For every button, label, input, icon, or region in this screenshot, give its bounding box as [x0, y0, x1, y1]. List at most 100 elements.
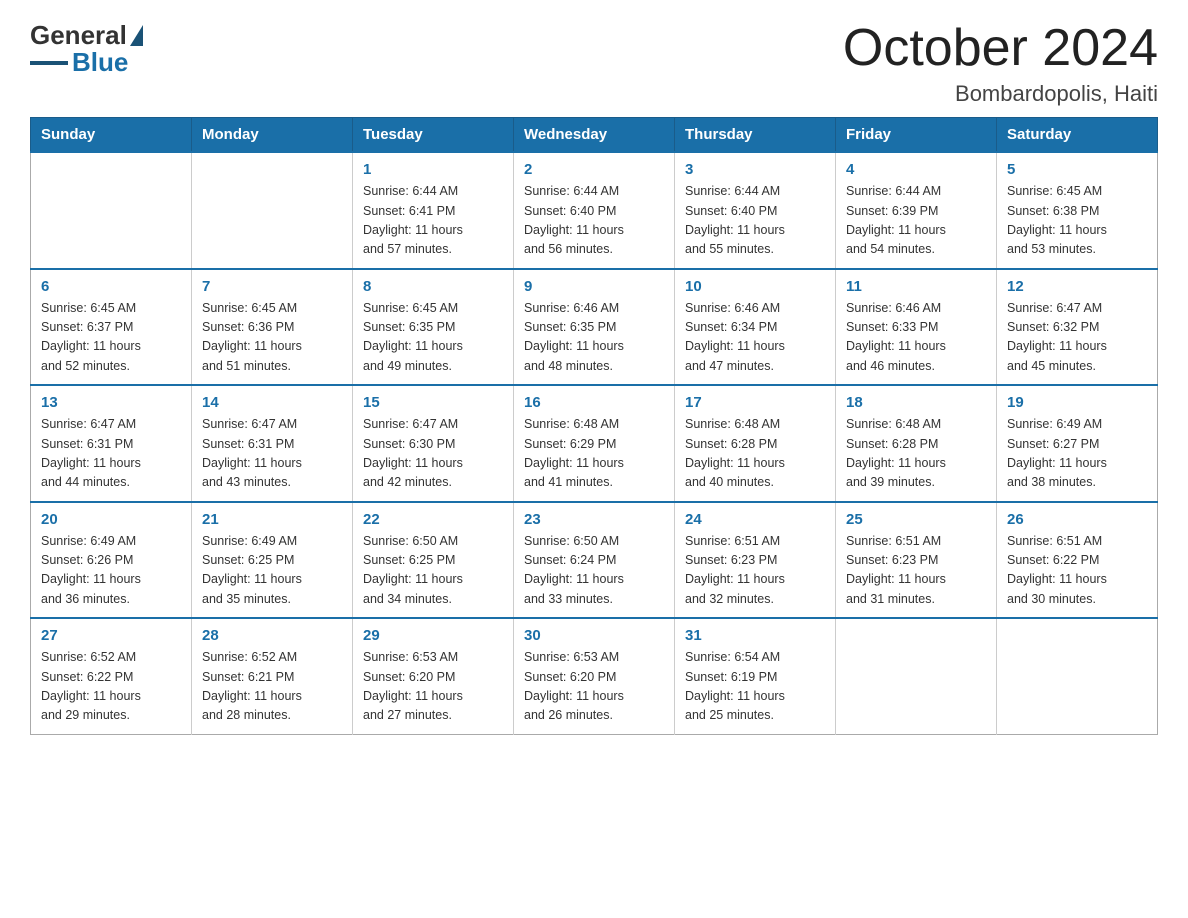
day-number: 22	[363, 511, 503, 528]
calendar-cell: 5Sunrise: 6:45 AM Sunset: 6:38 PM Daylig…	[997, 152, 1158, 269]
day-number: 24	[685, 511, 825, 528]
day-number: 1	[363, 161, 503, 178]
calendar-cell: 24 Sunrise: 6:51 AM Sunset: 6:23 PM Dayli…	[675, 502, 836, 619]
day-of-week-header: Saturday	[997, 118, 1158, 153]
day-info: Sunrise: 6:53 AM Sunset: 6:20 PM Dayligh…	[524, 648, 664, 726]
day-of-week-header: Wednesday	[514, 118, 675, 153]
day-info: Sunrise: 6:46 AM Sunset: 6:34 PM Dayligh…	[685, 299, 825, 377]
day-of-week-header: Tuesday	[353, 118, 514, 153]
calendar-table: SundayMondayTuesdayWednesdayThursdayFrid…	[30, 117, 1158, 735]
logo-line-icon	[30, 61, 68, 65]
day-info: Sunrise: 6:44 AM Sunset: 6:40 PM Dayligh…	[524, 182, 664, 260]
day-number: 31	[685, 627, 825, 644]
day-number: 25	[846, 511, 986, 528]
day-number: 21	[202, 511, 342, 528]
day-number: 16	[524, 394, 664, 411]
calendar-week-row: 13 Sunrise: 6:47 AM Sunset: 6:31 PM Dayli…	[31, 385, 1158, 502]
calendar-cell	[836, 618, 997, 734]
calendar-cell: 26Sunrise: 6:51 AM Sunset: 6:22 PM Dayli…	[997, 502, 1158, 619]
day-number: 15	[363, 394, 503, 411]
day-info: Sunrise: 6:46 AM Sunset: 6:33 PM Dayligh…	[846, 299, 986, 377]
day-info: Sunrise: 6:44 AM Sunset: 6:41 PM Dayligh…	[363, 182, 503, 260]
day-info: Sunrise: 6:45 AM Sunset: 6:37 PM Dayligh…	[41, 299, 181, 377]
day-info: Sunrise: 6:50 AM Sunset: 6:24 PM Dayligh…	[524, 532, 664, 610]
day-number: 17	[685, 394, 825, 411]
day-number: 5	[1007, 161, 1147, 178]
day-info: Sunrise: 6:51 AM Sunset: 6:23 PM Dayligh…	[846, 532, 986, 610]
calendar-cell: 2Sunrise: 6:44 AM Sunset: 6:40 PM Daylig…	[514, 152, 675, 269]
calendar-title: October 2024 Bombardopolis, Haiti	[843, 20, 1158, 107]
day-info: Sunrise: 6:54 AM Sunset: 6:19 PM Dayligh…	[685, 648, 825, 726]
calendar-cell: 9 Sunrise: 6:46 AM Sunset: 6:35 PM Daylig…	[514, 269, 675, 386]
day-info: Sunrise: 6:49 AM Sunset: 6:25 PM Dayligh…	[202, 532, 342, 610]
day-info: Sunrise: 6:49 AM Sunset: 6:26 PM Dayligh…	[41, 532, 181, 610]
day-number: 6	[41, 278, 181, 295]
calendar-cell: 1 Sunrise: 6:44 AM Sunset: 6:41 PM Daylig…	[353, 152, 514, 269]
calendar-week-row: 1 Sunrise: 6:44 AM Sunset: 6:41 PM Daylig…	[31, 152, 1158, 269]
calendar-week-row: 27Sunrise: 6:52 AM Sunset: 6:22 PM Dayli…	[31, 618, 1158, 734]
calendar-cell: 28Sunrise: 6:52 AM Sunset: 6:21 PM Dayli…	[192, 618, 353, 734]
logo-blue-text: Blue	[72, 47, 128, 78]
page-header: General Blue October 2024 Bombardopolis,…	[30, 20, 1158, 107]
calendar-cell: 15 Sunrise: 6:47 AM Sunset: 6:30 PM Dayli…	[353, 385, 514, 502]
month-year-heading: October 2024	[843, 20, 1158, 77]
day-info: Sunrise: 6:48 AM Sunset: 6:29 PM Dayligh…	[524, 415, 664, 493]
day-number: 13	[41, 394, 181, 411]
day-number: 7	[202, 278, 342, 295]
day-number: 30	[524, 627, 664, 644]
day-number: 8	[363, 278, 503, 295]
calendar-cell: 20 Sunrise: 6:49 AM Sunset: 6:26 PM Dayli…	[31, 502, 192, 619]
calendar-cell: 27Sunrise: 6:52 AM Sunset: 6:22 PM Dayli…	[31, 618, 192, 734]
location-heading: Bombardopolis, Haiti	[843, 81, 1158, 107]
logo-triangle-icon	[130, 25, 143, 46]
calendar-header-row: SundayMondayTuesdayWednesdayThursdayFrid…	[31, 118, 1158, 153]
day-number: 10	[685, 278, 825, 295]
day-info: Sunrise: 6:45 AM Sunset: 6:35 PM Dayligh…	[363, 299, 503, 377]
calendar-cell: 6 Sunrise: 6:45 AM Sunset: 6:37 PM Daylig…	[31, 269, 192, 386]
calendar-week-row: 20 Sunrise: 6:49 AM Sunset: 6:26 PM Dayli…	[31, 502, 1158, 619]
calendar-cell: 10 Sunrise: 6:46 AM Sunset: 6:34 PM Dayli…	[675, 269, 836, 386]
day-number: 27	[41, 627, 181, 644]
day-info: Sunrise: 6:51 AM Sunset: 6:23 PM Dayligh…	[685, 532, 825, 610]
calendar-cell	[31, 152, 192, 269]
calendar-cell	[997, 618, 1158, 734]
calendar-week-row: 6 Sunrise: 6:45 AM Sunset: 6:37 PM Daylig…	[31, 269, 1158, 386]
calendar-cell: 25 Sunrise: 6:51 AM Sunset: 6:23 PM Dayli…	[836, 502, 997, 619]
day-number: 14	[202, 394, 342, 411]
day-info: Sunrise: 6:46 AM Sunset: 6:35 PM Dayligh…	[524, 299, 664, 377]
calendar-cell: 30 Sunrise: 6:53 AM Sunset: 6:20 PM Dayli…	[514, 618, 675, 734]
day-info: Sunrise: 6:47 AM Sunset: 6:31 PM Dayligh…	[41, 415, 181, 493]
calendar-cell: 12Sunrise: 6:47 AM Sunset: 6:32 PM Dayli…	[997, 269, 1158, 386]
calendar-cell: 23 Sunrise: 6:50 AM Sunset: 6:24 PM Dayli…	[514, 502, 675, 619]
day-number: 20	[41, 511, 181, 528]
day-info: Sunrise: 6:49 AM Sunset: 6:27 PM Dayligh…	[1007, 415, 1147, 493]
day-info: Sunrise: 6:44 AM Sunset: 6:39 PM Dayligh…	[846, 182, 986, 260]
day-number: 19	[1007, 394, 1147, 411]
day-number: 29	[363, 627, 503, 644]
day-of-week-header: Sunday	[31, 118, 192, 153]
day-of-week-header: Thursday	[675, 118, 836, 153]
day-info: Sunrise: 6:45 AM Sunset: 6:36 PM Dayligh…	[202, 299, 342, 377]
calendar-cell: 17 Sunrise: 6:48 AM Sunset: 6:28 PM Dayli…	[675, 385, 836, 502]
calendar-cell: 16 Sunrise: 6:48 AM Sunset: 6:29 PM Dayli…	[514, 385, 675, 502]
day-number: 23	[524, 511, 664, 528]
calendar-cell: 3Sunrise: 6:44 AM Sunset: 6:40 PM Daylig…	[675, 152, 836, 269]
calendar-cell: 11 Sunrise: 6:46 AM Sunset: 6:33 PM Dayli…	[836, 269, 997, 386]
day-info: Sunrise: 6:48 AM Sunset: 6:28 PM Dayligh…	[685, 415, 825, 493]
day-of-week-header: Friday	[836, 118, 997, 153]
calendar-cell: 8 Sunrise: 6:45 AM Sunset: 6:35 PM Daylig…	[353, 269, 514, 386]
calendar-cell	[192, 152, 353, 269]
day-info: Sunrise: 6:47 AM Sunset: 6:31 PM Dayligh…	[202, 415, 342, 493]
calendar-cell: 29Sunrise: 6:53 AM Sunset: 6:20 PM Dayli…	[353, 618, 514, 734]
calendar-cell: 13 Sunrise: 6:47 AM Sunset: 6:31 PM Dayli…	[31, 385, 192, 502]
day-of-week-header: Monday	[192, 118, 353, 153]
calendar-cell: 18Sunrise: 6:48 AM Sunset: 6:28 PM Dayli…	[836, 385, 997, 502]
day-number: 11	[846, 278, 986, 295]
day-info: Sunrise: 6:50 AM Sunset: 6:25 PM Dayligh…	[363, 532, 503, 610]
day-number: 4	[846, 161, 986, 178]
day-info: Sunrise: 6:47 AM Sunset: 6:30 PM Dayligh…	[363, 415, 503, 493]
day-number: 9	[524, 278, 664, 295]
calendar-cell: 7 Sunrise: 6:45 AM Sunset: 6:36 PM Daylig…	[192, 269, 353, 386]
calendar-cell: 21 Sunrise: 6:49 AM Sunset: 6:25 PM Dayli…	[192, 502, 353, 619]
calendar-cell: 31 Sunrise: 6:54 AM Sunset: 6:19 PM Dayli…	[675, 618, 836, 734]
